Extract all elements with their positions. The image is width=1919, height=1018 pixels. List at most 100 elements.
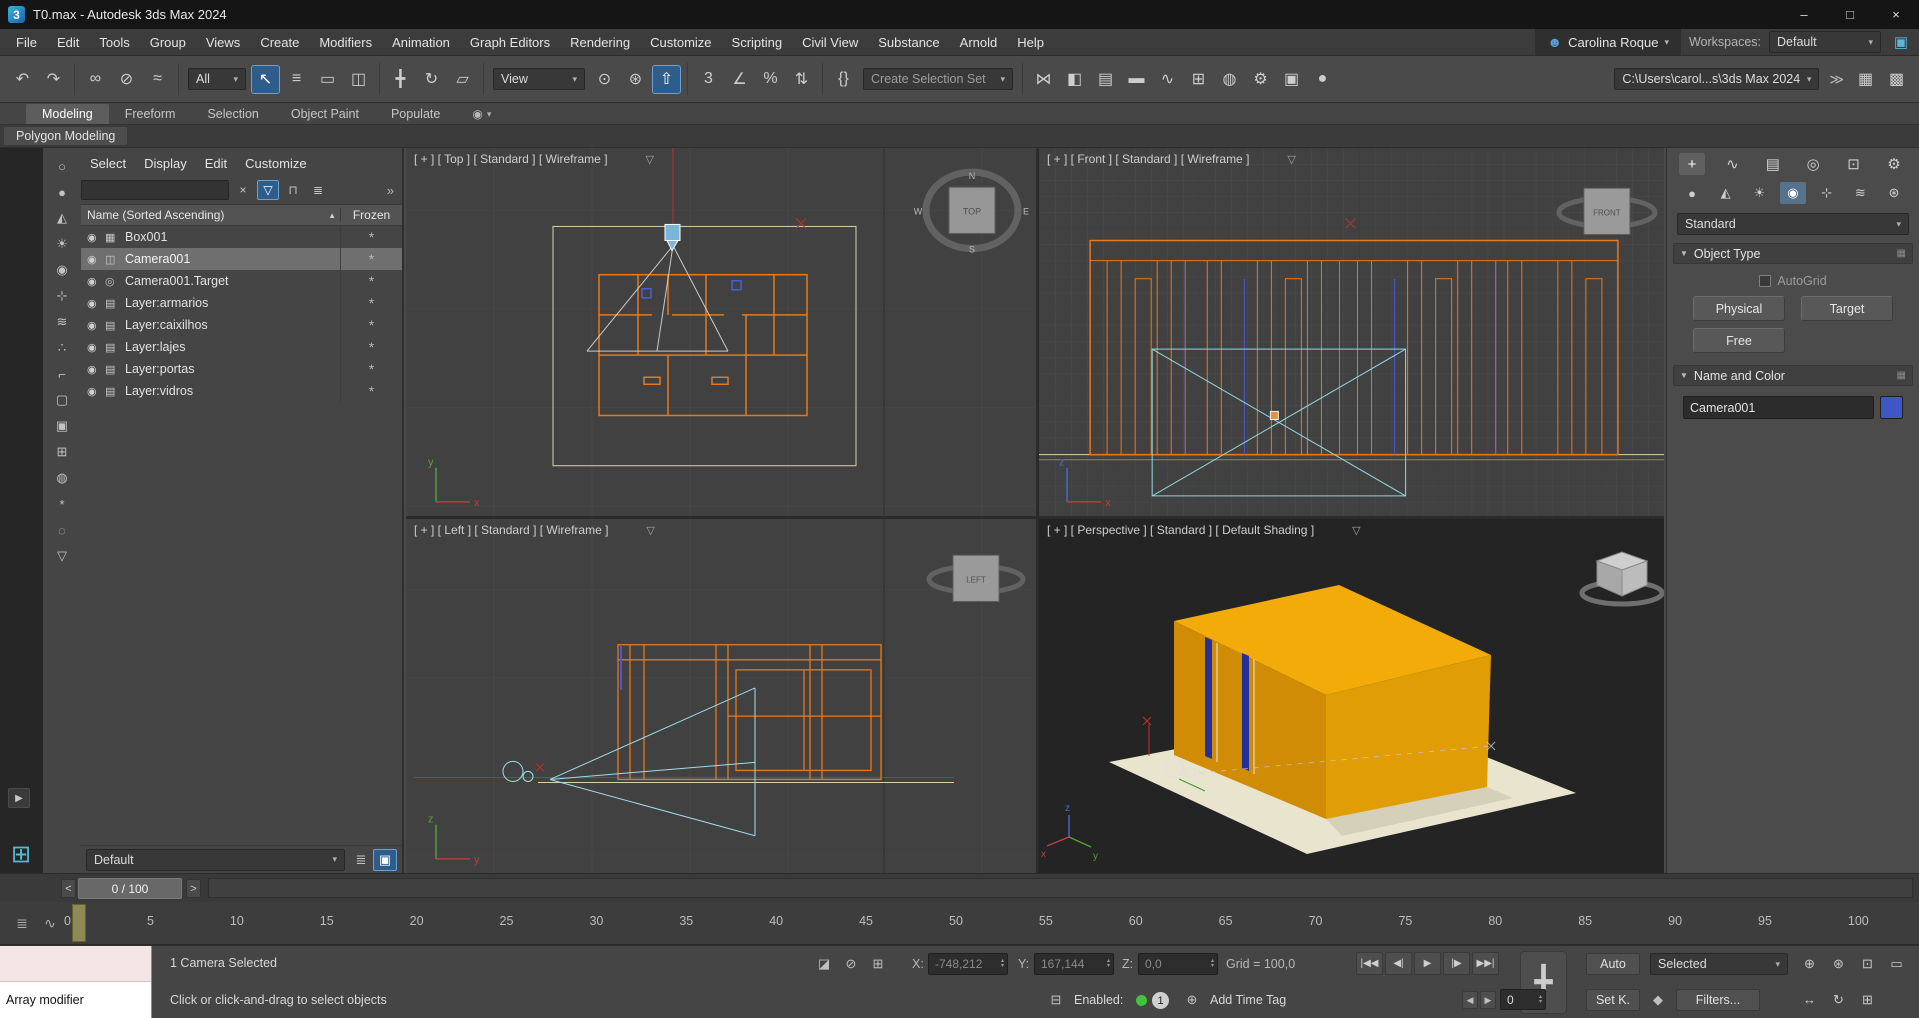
visibility-eye-icon[interactable]: ◉ (87, 253, 105, 266)
rendered-frame-icon[interactable]: ▣ (1277, 65, 1306, 94)
display-helpers-icon[interactable]: ⊹ (48, 284, 76, 308)
explorer-menu-item[interactable]: Edit (196, 156, 236, 171)
selection-filter-dropdown[interactable]: All▾ (188, 68, 246, 90)
visibility-eye-icon[interactable]: ◉ (87, 297, 105, 310)
timeline-tick[interactable]: 10 (230, 914, 244, 928)
menu-item[interactable]: Graph Editors (460, 29, 560, 55)
rectangular-selection-icon[interactable]: ▭ (313, 65, 342, 94)
redo-icon[interactable]: ↷ (39, 65, 68, 94)
systems-category-icon[interactable]: ⊛ (1881, 182, 1907, 204)
menu-item[interactable]: Arnold (950, 29, 1008, 55)
display-cameras-icon[interactable]: ◉ (48, 258, 76, 282)
time-slider-track[interactable] (208, 878, 1913, 898)
frozen-toggle-icon[interactable]: * (340, 358, 402, 380)
toolbar-overflow-icon[interactable]: ≫ (1829, 71, 1844, 88)
display-spacewarps-icon[interactable]: ≋ (48, 310, 76, 334)
key-filters-key-icon[interactable]: ◆ (1646, 988, 1670, 1011)
workspace-dropdown[interactable]: Default ▾ (1769, 31, 1881, 53)
timeline-tick[interactable]: 60 (1129, 914, 1143, 928)
explorer-menu-item[interactable]: Select (81, 156, 135, 171)
scene-object-row[interactable]: ◉ ▤ Layer:portas * (81, 358, 402, 380)
frozen-toggle-icon[interactable]: * (340, 336, 402, 358)
render-production-icon[interactable]: ● (1308, 65, 1337, 94)
scene-object-row[interactable]: ◉ ▤ Layer:vidros * (81, 380, 402, 402)
isolate-selection-icon[interactable]: ◪ (812, 952, 836, 975)
timeline-tick[interactable]: 15 (320, 914, 334, 928)
notification-badge[interactable]: 1 (1152, 992, 1169, 1009)
select-and-link-icon[interactable]: ∞ (81, 65, 110, 94)
viewport-layout-button[interactable]: ⊞ (7, 840, 35, 868)
maxscript-mini-listener[interactable]: Array modifier (0, 946, 152, 1018)
frozen-toggle-icon[interactable]: * (340, 380, 402, 402)
active-layer-dropdown[interactable]: Default ▾ (86, 849, 345, 871)
workspace-grid-icon[interactable]: ▩ (1882, 65, 1911, 94)
timeline-tick[interactable]: 30 (589, 914, 603, 928)
play-button[interactable]: ▶ (1414, 952, 1441, 975)
lights-category-icon[interactable]: ☀ (1746, 182, 1772, 204)
zoom-icon[interactable]: ⊕ (1796, 952, 1823, 975)
menu-item[interactable]: File (6, 29, 47, 55)
use-pivot-center-icon[interactable]: ⊙ (590, 65, 619, 94)
align-icon[interactable]: ◧ (1060, 65, 1089, 94)
animation-enabled-dot[interactable] (1136, 995, 1147, 1006)
curve-editor-icon[interactable]: ∿ (1153, 65, 1182, 94)
spin-down-icon[interactable]: ▾ (1107, 964, 1110, 969)
spinner-snap-icon[interactable]: ⇅ (787, 65, 816, 94)
explorer-menu-item[interactable]: Display (135, 156, 196, 171)
create-tab-icon[interactable]: + (1679, 153, 1705, 175)
display-frozen-icon[interactable]: * (48, 492, 76, 516)
utilities-tab-icon[interactable]: ⚙ (1881, 153, 1907, 175)
absolute-mode-icon[interactable]: ⊞ (866, 952, 890, 975)
display-bones-icon[interactable]: ⌐ (48, 362, 76, 386)
frozen-toggle-icon[interactable]: * (340, 226, 402, 248)
search-filter-icon[interactable]: ▽ (257, 180, 279, 200)
timeline-tick[interactable]: 65 (1219, 914, 1233, 928)
edit-named-sets-icon[interactable]: {} (829, 65, 858, 94)
shapes-category-icon[interactable]: ◭ (1713, 182, 1739, 204)
mini-curve-editor-icon[interactable]: ∿ (38, 910, 62, 936)
timeline-tick[interactable]: 95 (1758, 914, 1772, 928)
helpers-category-icon[interactable]: ⊹ (1814, 182, 1840, 204)
orbit-icon[interactable]: ↻ (1825, 988, 1852, 1011)
next-key-button[interactable]: ▶ (1480, 991, 1496, 1009)
display-tab-icon[interactable]: ⊡ (1841, 153, 1867, 175)
track-layers-icon[interactable]: ≣ (10, 910, 34, 936)
timeline-tick[interactable]: 80 (1488, 914, 1502, 928)
viewport-top[interactable]: [ + ] [ Top ] [ Standard ] [ Wireframe ]… (406, 148, 1036, 516)
viewport-left-label[interactable]: [ + ] [ Left ] [ Standard ] [ Wireframe … (414, 523, 655, 537)
next-frame-arrow[interactable]: > (186, 879, 201, 898)
timeline-tick[interactable]: 5 (147, 914, 154, 928)
menu-item[interactable]: Substance (868, 29, 949, 55)
named-selection-set-combo[interactable]: Create Selection Set▾ (863, 68, 1013, 90)
top-viewport-canvas[interactable]: y x TOP N S W E (406, 148, 1036, 516)
next-frame-button[interactable]: |▶ (1443, 952, 1470, 975)
scene-object-row[interactable]: ◉ ▤ Layer:armarios * (81, 292, 402, 314)
display-shapes-icon[interactable]: ◭ (48, 206, 76, 230)
zoom-region-icon[interactable]: ▭ (1883, 952, 1910, 975)
timeline-tick[interactable]: 45 (859, 914, 873, 928)
angle-snap-icon[interactable]: ∠ (725, 65, 754, 94)
scene-object-row[interactable]: ◉ ▦ Box001 * (81, 226, 402, 248)
display-hidden-icon[interactable]: ◌ (48, 518, 76, 542)
timeline-tick[interactable]: 50 (949, 914, 963, 928)
user-account-menu[interactable]: ☻ Carolina Roque ▾ (1535, 29, 1681, 55)
menu-item[interactable]: Scripting (722, 29, 793, 55)
viewport-front[interactable]: [ + ] [ Front ] [ Standard ] [ Wireframe… (1039, 148, 1664, 516)
menu-item[interactable]: Help (1007, 29, 1054, 55)
menu-item[interactable]: Edit (47, 29, 89, 55)
keyboard-override-icon[interactable]: ⇧ (652, 65, 681, 94)
scene-explorer-toggle-icon[interactable]: ▣ (373, 849, 397, 871)
previous-key-button[interactable]: ◀ (1462, 991, 1478, 1009)
left-viewport-canvas[interactable]: z y LEFT (406, 519, 1036, 873)
object-color-swatch[interactable] (1880, 396, 1903, 419)
timeline-tick[interactable]: 70 (1309, 914, 1323, 928)
perspective-viewport-canvas[interactable]: x z y (1039, 519, 1664, 873)
y-coordinate-field[interactable]: 167,144 ▴▾ (1034, 953, 1114, 975)
maximize-viewport-icon[interactable]: ⊞ (1854, 988, 1881, 1011)
menu-item[interactable]: Rendering (560, 29, 640, 55)
motion-tab-icon[interactable]: ◎ (1800, 153, 1826, 175)
viewport-filter-icon[interactable]: ▽ (1287, 153, 1295, 166)
timeline-tick[interactable]: 75 (1398, 914, 1412, 928)
timeline-tick[interactable]: 90 (1668, 914, 1682, 928)
previous-frame-arrow[interactable]: < (61, 879, 76, 898)
